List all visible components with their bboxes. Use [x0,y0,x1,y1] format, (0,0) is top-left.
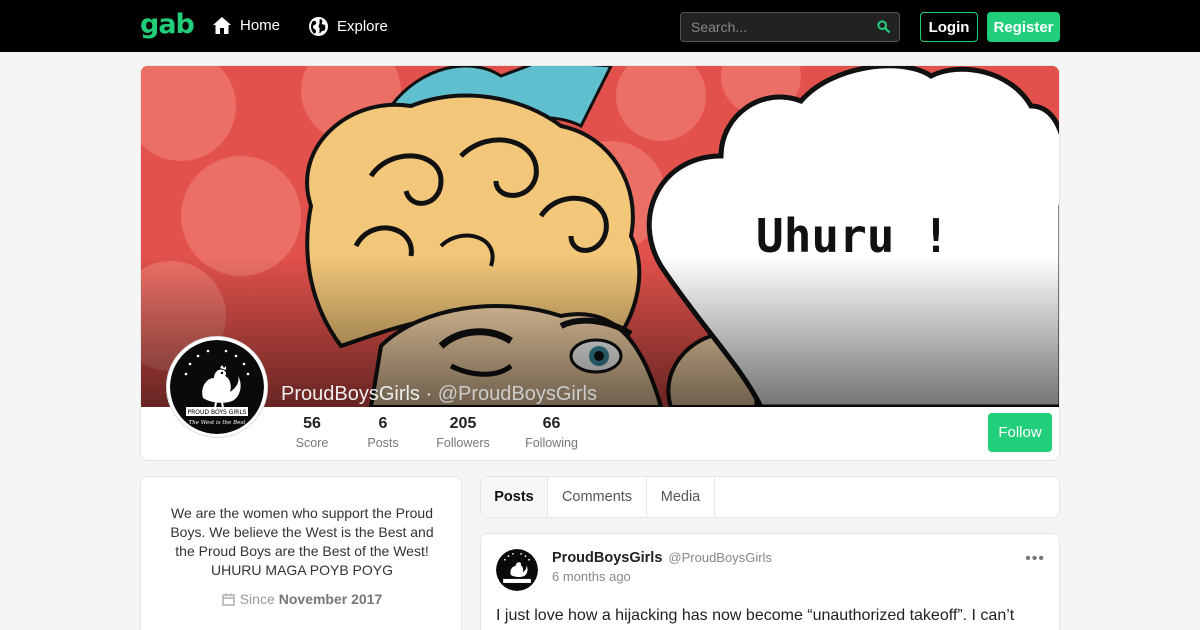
nav-explore-link[interactable]: Explore [308,16,388,37]
profile-avatar[interactable]: PROUD BOYS GIRLS The West is the Best [167,337,267,437]
home-icon [213,17,231,34]
login-button[interactable]: Login [920,12,978,42]
more-options-icon[interactable]: ••• [1025,550,1045,568]
profile-name-line: ProudBoysGirls · @ProudBoysGirls [281,383,597,406]
cover-speech-text: Uhuru ! [756,209,950,263]
post-author-handle[interactable]: @ProudBoysGirls [668,550,772,565]
tab-comments[interactable]: Comments [548,477,647,517]
globe-icon [309,17,328,36]
stat-posts-value: 6 [378,415,388,432]
tab-posts[interactable]: Posts [481,477,548,517]
profile-stats: 56 Score 6 Posts 205 Followers 66 Follow… [281,415,600,450]
since-date: November 2017 [278,591,383,607]
stat-score[interactable]: 56 Score [281,415,343,450]
cover-gradient [141,256,1059,407]
top-navbar: gab Home Explore Login Register [0,0,1200,52]
post-avatar-logo [496,549,538,591]
stat-posts[interactable]: 6 Posts [343,415,423,450]
post-avatar[interactable] [496,549,538,591]
stat-following-value: 66 [542,415,561,432]
profile-header-card: Uhuru ! ProudBoysGirls · @ProudBoysGirls… [140,65,1060,461]
avatar-motto-text: The West is the Best [189,420,247,426]
search-box[interactable] [680,12,900,42]
stat-following[interactable]: 66 Following [503,415,600,450]
member-since: Since November 2017 [141,591,463,607]
stat-followers[interactable]: 205 Followers [423,415,503,450]
nav-explore-label: Explore [337,18,388,35]
post-card: ProudBoysGirls @ProudBoysGirls 6 months … [480,533,1060,630]
post-author-line: ProudBoysGirls @ProudBoysGirls [552,550,772,566]
bio-text: We are the women who support the Proud B… [170,505,434,578]
stat-score-value: 56 [303,415,321,432]
profile-display-name: ProudBoysGirls [281,383,420,405]
cover-image: Uhuru ! ProudBoysGirls · @ProudBoysGirls [141,66,1059,407]
gab-logo[interactable]: gab [140,9,195,40]
bio-card: We are the women who support the Proud B… [140,476,462,630]
calendar-icon [222,593,235,606]
profile-handle: @ProudBoysGirls [437,383,597,405]
profile-tabs: Posts Comments Media [480,476,1060,518]
stat-followers-label: Followers [436,436,490,450]
post-author-name[interactable]: ProudBoysGirls [552,550,662,566]
proud-boys-girls-logo: PROUD BOYS GIRLS The West is the Best [170,340,264,434]
since-label: Since [239,591,275,607]
nav-home-label: Home [240,17,281,34]
follow-button[interactable]: Follow [988,413,1052,452]
search-icon[interactable] [877,20,890,33]
nav-home-link[interactable]: Home [212,16,280,35]
stat-score-label: Score [295,436,329,450]
post-body-text: I just love how a hijacking has now beco… [496,607,1015,624]
stat-following-label: Following [525,436,578,450]
post-timestamp[interactable]: 6 months ago [552,569,631,584]
search-input[interactable] [681,13,871,41]
name-separator: · [419,383,438,405]
avatar-banner-text: PROUD BOYS GIRLS [188,409,247,416]
tab-media[interactable]: Media [647,477,715,517]
stat-posts-label: Posts [367,436,399,450]
stat-followers-value: 205 [449,415,477,432]
register-button[interactable]: Register [987,12,1060,42]
